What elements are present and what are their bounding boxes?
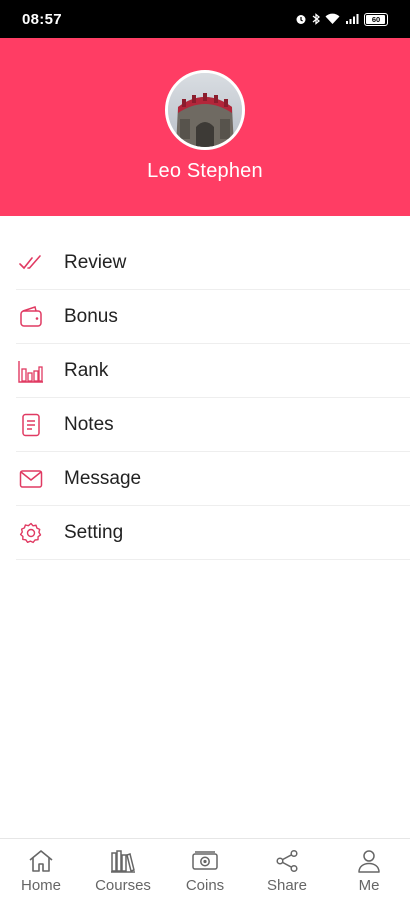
nav-label: Share	[266, 877, 308, 894]
menu-label: Bonus	[64, 306, 118, 327]
signal-icon	[345, 13, 359, 25]
menu-label: Setting	[64, 522, 124, 543]
gear-icon	[18, 520, 44, 546]
wallet-icon	[18, 304, 44, 330]
person-icon	[355, 848, 383, 874]
share-icon	[273, 848, 301, 874]
profile-name: Leo Stephen	[147, 160, 263, 182]
envelope-icon	[18, 466, 44, 492]
alarm-icon	[295, 13, 307, 25]
nav-item-courses[interactable]: Courses	[82, 839, 164, 900]
nav-item-home[interactable]: Home	[0, 839, 82, 900]
bluetooth-icon	[312, 13, 320, 25]
menu-item-setting[interactable]: Setting	[0, 506, 410, 560]
wifi-icon	[325, 13, 340, 25]
home-icon	[27, 848, 55, 874]
battery-icon: 60	[364, 12, 388, 26]
nav-label: Me	[358, 877, 380, 894]
menu-item-bonus[interactable]: Bonus	[0, 290, 410, 344]
nav-item-me[interactable]: Me	[328, 839, 410, 900]
menu-label: Rank	[64, 360, 109, 381]
menu-label: Notes	[64, 414, 114, 435]
battery-level: 60	[371, 14, 381, 24]
avatar[interactable]	[165, 70, 245, 150]
menu-list: Review Bonus Rank Notes Message Setting	[0, 236, 410, 560]
bar-chart-icon	[18, 358, 44, 384]
nav-label: Home	[20, 877, 61, 894]
menu-label: Message	[64, 468, 142, 489]
notes-icon	[18, 412, 44, 438]
nav-label: Courses	[95, 877, 151, 894]
banknote-icon	[191, 848, 219, 874]
menu-label: Review	[64, 252, 127, 273]
status-icons: 60	[295, 12, 388, 26]
double-check-icon	[18, 250, 44, 276]
bottom-nav: Home Courses Coins Share Me	[0, 838, 410, 900]
menu-item-notes[interactable]: Notes	[0, 398, 410, 452]
nav-item-share[interactable]: Share	[246, 839, 328, 900]
status-time: 08:57	[22, 10, 62, 28]
menu-item-rank[interactable]: Rank	[0, 344, 410, 398]
nav-item-coins[interactable]: Coins	[164, 839, 246, 900]
nav-label: Coins	[185, 877, 225, 894]
books-icon	[109, 848, 137, 874]
profile-header: Leo Stephen	[0, 38, 410, 216]
menu-item-review[interactable]: Review	[0, 236, 410, 290]
menu-item-message[interactable]: Message	[0, 452, 410, 506]
status-bar: 08:57 60	[0, 0, 410, 38]
